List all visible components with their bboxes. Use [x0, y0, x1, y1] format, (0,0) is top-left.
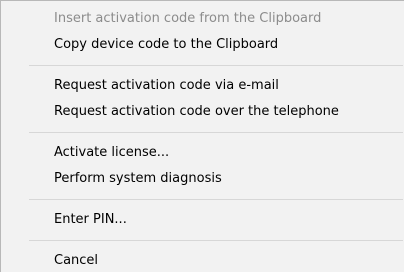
menu-item-request-code-telephone[interactable]: Request activation code over the telepho…: [1, 99, 404, 125]
menu-item-system-diagnosis[interactable]: Perform system diagnosis: [1, 166, 404, 192]
menu-separator: [1, 125, 404, 140]
menu-separator: [1, 58, 404, 73]
menu-item-enter-pin[interactable]: Enter PIN...: [1, 207, 404, 233]
menu-separator: [1, 192, 404, 207]
menu-item-copy-device-code[interactable]: Copy device code to the Clipboard: [1, 32, 404, 58]
menu-item-cancel[interactable]: Cancel: [1, 248, 404, 274]
menu-item-activate-license[interactable]: Activate license...: [1, 140, 404, 166]
menu-separator: [1, 233, 404, 248]
menu-item-insert-activation-code: Insert activation code from the Clipboar…: [54, 11, 322, 26]
menu-item-request-code-email[interactable]: Request activation code via e-mail: [1, 73, 404, 99]
context-menu: Insert activation code from the Clipboar…: [0, 0, 404, 272]
